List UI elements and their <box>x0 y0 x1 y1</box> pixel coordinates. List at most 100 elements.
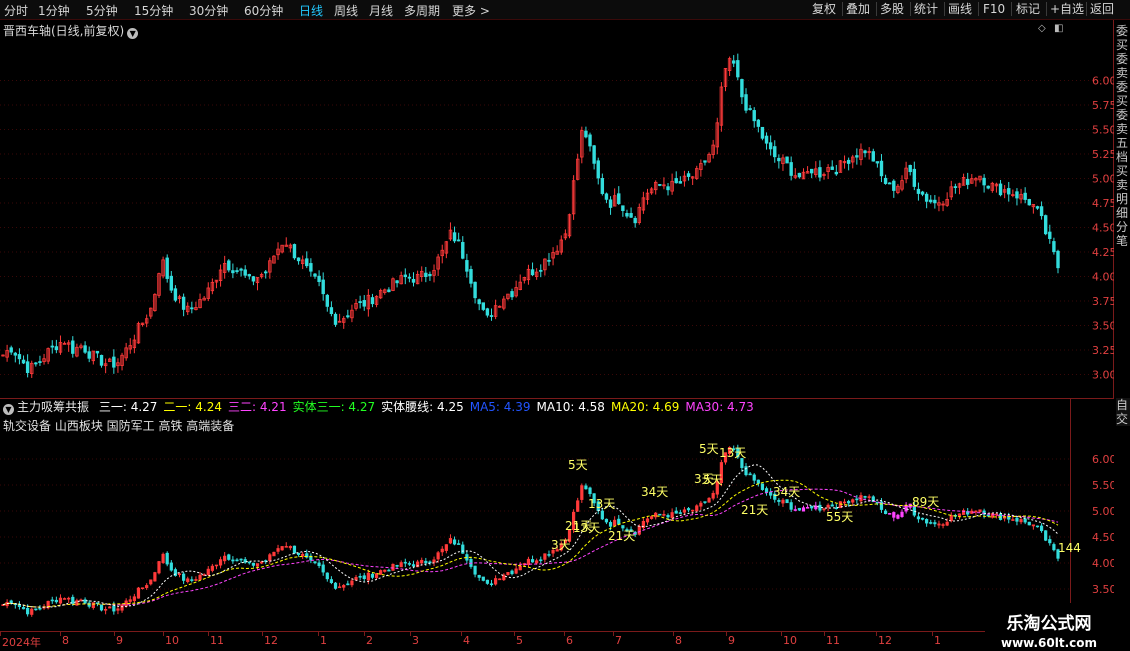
candle-body <box>456 239 461 242</box>
x-tick <box>781 632 782 636</box>
panel-tab-text[interactable]: 自交 <box>1116 398 1130 426</box>
indicator-bar <box>801 507 806 512</box>
indicator-bar <box>645 518 650 523</box>
indicator-values: 三一: 4.27 二一: 4.24 三二: 4.21 实体三一: 4.27 实体腰线: … <box>99 400 760 414</box>
indicator-name[interactable]: 主力吸筹共振 <box>17 400 89 414</box>
x-tick <box>876 632 877 636</box>
x-tick <box>0 632 1 636</box>
indicator-bar <box>695 505 699 512</box>
candle-body <box>313 273 317 277</box>
indicator-bar <box>937 523 941 526</box>
indicator-bar <box>1027 521 1031 526</box>
indicator-bar <box>678 512 682 514</box>
candle-body <box>489 315 494 317</box>
indicator-bar <box>826 504 830 508</box>
x-tick-label: 6 <box>566 634 573 647</box>
indicator-legend: ▼ 主力吸筹共振 三一: 4.27 二一: 4.24 三二: 4.21 实体三一: 4.… <box>3 398 766 415</box>
indicator-bar <box>132 596 136 602</box>
indicator-bar <box>432 559 436 563</box>
candle-body <box>329 307 334 315</box>
candle-body <box>407 276 412 279</box>
candle-body <box>863 150 867 154</box>
indicator-bar <box>900 511 904 517</box>
indicator-bar <box>781 499 785 504</box>
candle-body <box>764 135 769 144</box>
y-tick-label: 5.25 <box>1092 148 1114 161</box>
indicator-bar <box>210 565 214 571</box>
chevron-down-icon[interactable]: ▼ <box>3 404 14 415</box>
indicator-bar <box>268 554 272 561</box>
indicator-bar <box>978 509 982 512</box>
chevron-down-icon[interactable]: ▼ <box>127 28 139 39</box>
x-tick <box>114 632 115 636</box>
indicator-bar <box>691 509 695 512</box>
indicator-bar <box>420 559 424 564</box>
indicator-value-6: MA10: 4.58 <box>536 400 605 414</box>
candle-body <box>9 347 13 353</box>
ma20-line <box>2 479 1059 608</box>
day-count-label: 34天 <box>641 485 668 499</box>
candle-body <box>846 159 851 164</box>
indicator-bar <box>333 582 338 589</box>
indicator-bar <box>933 522 937 525</box>
indicator-bar <box>128 599 132 602</box>
indicator-bar <box>99 604 104 611</box>
indicator-bar <box>145 585 149 589</box>
diamond-icon[interactable]: ◇ <box>1038 23 1046 34</box>
candle-body <box>13 352 18 356</box>
indicator-bar <box>489 583 494 586</box>
price-chart[interactable]: 3.00 3.25 3.50 3.75 4.00 4.25 4.50 4.75 5.00 5.25… <box>0 0 1114 650</box>
candle-body <box>756 119 761 127</box>
x-tick <box>514 632 515 636</box>
candle-body <box>321 279 325 295</box>
indicator-bar <box>448 538 453 544</box>
candle-body <box>666 186 670 191</box>
indicator-bar <box>362 575 366 580</box>
indicator-bar <box>140 587 145 590</box>
candle-body <box>592 145 596 164</box>
indicator-bar <box>699 502 703 507</box>
indicator-bar <box>530 559 535 563</box>
candle-body <box>95 350 100 354</box>
indicator-bar <box>342 585 346 588</box>
x-tick <box>932 632 933 636</box>
indicator-bar <box>1023 518 1027 523</box>
indicator-bar <box>649 516 654 519</box>
day-count-label: 89天 <box>912 495 939 509</box>
x-tick <box>726 632 727 636</box>
indicator-bar <box>637 526 641 535</box>
candle-body <box>428 273 432 277</box>
candle-body <box>933 199 937 204</box>
indicator-bar <box>883 510 888 514</box>
indicator-bar <box>974 510 978 513</box>
x-tick-label: 2 <box>366 634 373 647</box>
indicator-bar <box>855 498 859 501</box>
indicator-bar <box>350 580 354 586</box>
candle-body <box>785 156 789 164</box>
indicator-bar <box>613 519 617 526</box>
candle-body <box>112 356 116 368</box>
indicator-bar <box>26 607 30 615</box>
indicator-bar <box>161 553 165 563</box>
day-count-label: 21天 <box>565 519 592 533</box>
panel-toggle-icon[interactable]: ◧ <box>1054 23 1063 34</box>
x-tick <box>613 632 614 636</box>
y-tick-label: 4.00 <box>1092 271 1114 284</box>
quote-panel-text[interactable]: 委买委卖委买委卖五档买卖明细分笔 <box>1116 24 1130 248</box>
indicator-bar <box>896 514 900 519</box>
candle-body <box>674 178 678 184</box>
indicator-bar <box>535 560 539 564</box>
candle-body <box>1035 206 1040 209</box>
indicator-bar <box>280 546 284 551</box>
indicator-bar <box>50 599 54 602</box>
indicator-bar <box>399 562 403 568</box>
candle-body <box>740 79 744 98</box>
indicator-bar <box>251 562 256 566</box>
y-tick-label: 4.75 <box>1092 197 1114 210</box>
indicator-bar <box>403 561 407 564</box>
y-tick-label: 5.50 <box>1092 479 1114 492</box>
indicator-bar <box>120 604 124 611</box>
indicator-bar <box>670 512 674 518</box>
day-count-label: 5天 <box>703 473 723 487</box>
indicator-bar <box>682 509 687 513</box>
